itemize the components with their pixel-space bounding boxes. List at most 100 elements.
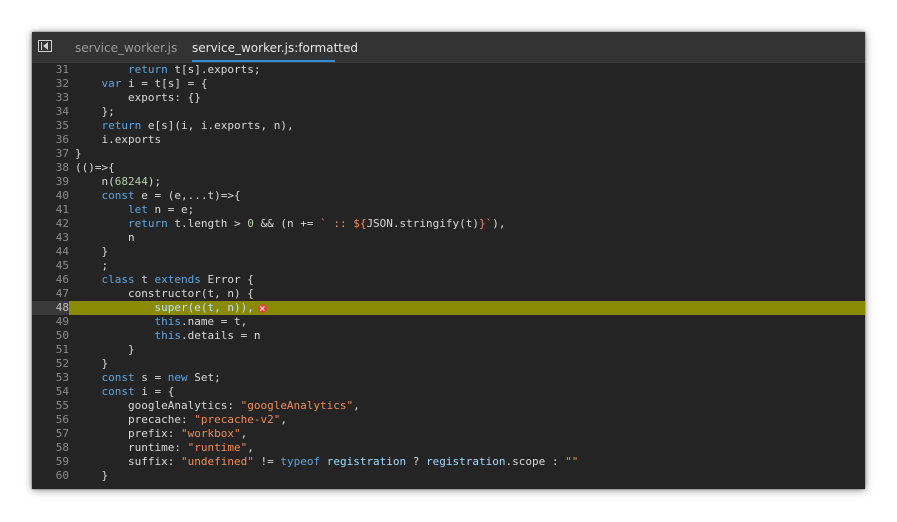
editor-tab-bar: service_worker.js service_worker.js:form…	[32, 32, 865, 63]
code-line[interactable]: 49 this.name = t,	[32, 315, 865, 329]
code-line[interactable]: 56 precache: "precache-v2",	[32, 413, 865, 427]
tab-service-worker-js-formatted[interactable]: service_worker.js:formatted ×	[192, 32, 358, 62]
code-line[interactable]: 34 };	[32, 105, 865, 119]
code-line[interactable]: 43 n	[32, 231, 865, 245]
code-line[interactable]: 32 var i = t[s] = {	[32, 77, 865, 91]
code-line[interactable]: 55 googleAnalytics: "googleAnalytics",	[32, 399, 865, 413]
code-line[interactable]: 38 (()=>{	[32, 161, 865, 175]
code-editor[interactable]: 31 return t[s].exports; 32 var i = t[s] =…	[32, 63, 865, 489]
code-token: && (n +=	[253, 217, 321, 230]
code-token: n	[127, 231, 135, 244]
line-number[interactable]: 55	[32, 399, 69, 413]
line-number[interactable]: 49	[32, 315, 69, 329]
line-number[interactable]: 56	[32, 413, 69, 427]
code-text: const i = {	[75, 385, 175, 399]
code-line[interactable]: 44 }	[32, 245, 865, 259]
code-token: this	[154, 329, 181, 342]
code-line[interactable]: 42 return t.length > 0 && (n += ` :: ${J…	[32, 217, 865, 231]
code-token: ,	[240, 427, 248, 440]
code-line[interactable]: 46 class t extends Error {	[32, 273, 865, 287]
code-text: }	[75, 245, 109, 259]
line-number[interactable]: 34	[32, 105, 69, 119]
line-number[interactable]: 57	[32, 427, 69, 441]
line-number[interactable]: 33	[32, 91, 69, 105]
line-number[interactable]: 60	[32, 469, 69, 483]
line-number[interactable]: 43	[32, 231, 69, 245]
line-number[interactable]: 39	[32, 175, 69, 189]
code-line[interactable]: 50 this.details = n	[32, 329, 865, 343]
code-line[interactable]: 53 const s = new Set;	[32, 371, 865, 385]
code-line[interactable]: 57 prefix: "workbox",	[32, 427, 865, 441]
line-number[interactable]: 53	[32, 371, 69, 385]
code-line[interactable]: 31 return t[s].exports;	[32, 63, 865, 77]
code-token: Set;	[187, 371, 221, 384]
code-line[interactable]: 58 runtime: "runtime",	[32, 441, 865, 455]
code-line[interactable]: 52 }	[32, 357, 865, 371]
code-line[interactable]: 37}	[32, 147, 865, 161]
code-line[interactable]: 48 super(e(t, n)), ×	[32, 301, 865, 315]
line-number[interactable]: 31	[32, 63, 69, 77]
code-line[interactable]: 41 let n = e;	[32, 203, 865, 217]
code-token: };	[101, 105, 115, 118]
code-token: var	[101, 77, 122, 90]
code-line[interactable]: 33 exports: {}	[32, 91, 865, 105]
line-number[interactable]: 37	[32, 147, 69, 161]
devtools-sources-window: service_worker.js service_worker.js:form…	[32, 32, 865, 489]
code-line[interactable]: 51 }	[32, 343, 865, 357]
tab-service-worker-js[interactable]: service_worker.js	[75, 32, 177, 62]
code-token: ,	[280, 413, 287, 426]
line-number[interactable]: 51	[32, 343, 69, 357]
code-token: !=	[253, 455, 281, 468]
code-line[interactable]: 40 const e = (e,...t)=>{	[32, 189, 865, 203]
code-line[interactable]: 59 suffix: "undefined" != typeof registr…	[32, 455, 865, 469]
line-number[interactable]: 52	[32, 357, 69, 371]
line-number[interactable]: 41	[32, 203, 69, 217]
code-text: i.exports	[75, 133, 162, 147]
line-number[interactable]: 38	[32, 161, 69, 175]
code-token: .name = t,	[180, 315, 248, 328]
code-token: let	[127, 203, 148, 216]
code-line[interactable]: 36 i.exports	[32, 133, 865, 147]
code-token: prefix:	[127, 427, 181, 440]
code-line[interactable]: 45 ;	[32, 259, 865, 273]
line-number[interactable]: 50	[32, 329, 69, 343]
line-number[interactable]: 48	[32, 301, 69, 315]
line-number[interactable]: 35	[32, 119, 69, 133]
line-number[interactable]: 59	[32, 455, 69, 469]
line-number[interactable]: 58	[32, 441, 69, 455]
line-number[interactable]: 36	[32, 133, 69, 147]
code-text: runtime: "runtime",	[75, 441, 254, 455]
line-number[interactable]: 46	[32, 273, 69, 287]
line-number[interactable]: 42	[32, 217, 69, 231]
close-tab-icon[interactable]: ×	[342, 32, 351, 64]
code-text: precache: "precache-v2",	[75, 413, 287, 427]
code-line[interactable]: 54 const i = {	[32, 385, 865, 399]
line-number[interactable]: 54	[32, 385, 69, 399]
code-token: typeof	[280, 455, 321, 468]
line-number[interactable]: 40	[32, 189, 69, 203]
line-number[interactable]: 32	[32, 77, 69, 91]
code-line[interactable]: 47 constructor(t, n) {	[32, 287, 865, 301]
code-line[interactable]: 39 n(68244);	[32, 175, 865, 189]
code-text: (()=>{	[75, 161, 115, 175]
line-number[interactable]: 47	[32, 287, 69, 301]
code-token: exports: {}	[127, 91, 201, 104]
tab-label: service_worker.js	[75, 41, 178, 55]
line-number[interactable]: 45	[32, 259, 69, 273]
code-text: n(68244);	[75, 175, 162, 189]
code-token: i = t[s] = {	[121, 77, 208, 90]
code-line[interactable]: 35 return e[s](i, i.exports, n),	[32, 119, 865, 133]
line-number[interactable]: 44	[32, 245, 69, 259]
code-token: s =	[134, 371, 168, 384]
toggle-navigator-icon[interactable]	[38, 40, 52, 52]
code-token: ,	[353, 399, 360, 412]
code-line[interactable]: 60 }	[32, 469, 865, 483]
error-icon[interactable]: ×	[257, 304, 267, 313]
code-text: class t extends Error {	[75, 273, 254, 287]
